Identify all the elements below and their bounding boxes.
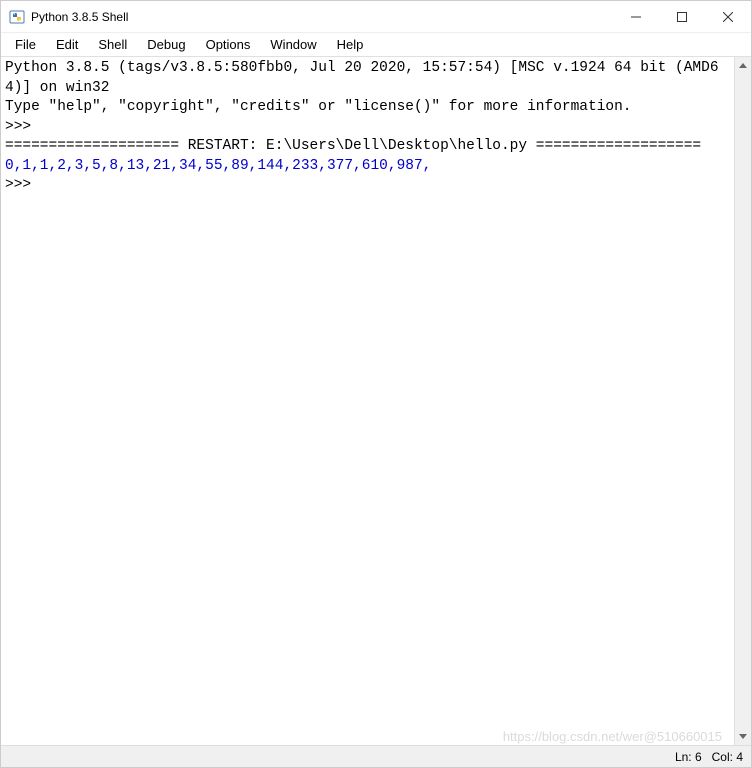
window-controls — [613, 1, 751, 33]
menu-edit[interactable]: Edit — [46, 35, 88, 54]
menu-window[interactable]: Window — [260, 35, 326, 54]
scroll-up-arrow[interactable] — [735, 57, 751, 74]
maximize-button[interactable] — [659, 1, 705, 33]
status-line: Ln: 6 — [675, 750, 702, 764]
console-output: 0,1,1,2,3,5,8,13,21,34,55,89,144,233,377… — [5, 158, 431, 174]
menu-shell[interactable]: Shell — [88, 35, 137, 54]
close-button[interactable] — [705, 1, 751, 33]
console-version-line: Python 3.8.5 (tags/v3.8.5:580fbb0, Jul 2… — [5, 60, 719, 96]
menu-debug[interactable]: Debug — [137, 35, 195, 54]
content-wrapper: Python 3.8.5 (tags/v3.8.5:580fbb0, Jul 2… — [1, 57, 751, 745]
console-area[interactable]: Python 3.8.5 (tags/v3.8.5:580fbb0, Jul 2… — [1, 57, 734, 745]
console-help-line: Type "help", "copyright", "credits" or "… — [5, 99, 632, 115]
status-bar: Ln: 6 Col: 4 — [1, 745, 751, 767]
vertical-scrollbar[interactable] — [734, 57, 751, 745]
console-restart-line: ==================== RESTART: E:\Users\D… — [5, 138, 701, 154]
minimize-button[interactable] — [613, 1, 659, 33]
menu-help[interactable]: Help — [327, 35, 374, 54]
window-title: Python 3.8.5 Shell — [31, 10, 613, 24]
menu-options[interactable]: Options — [196, 35, 261, 54]
scroll-track[interactable] — [735, 74, 751, 728]
status-column: Col: 4 — [712, 750, 743, 764]
menu-bar: File Edit Shell Debug Options Window Hel… — [1, 33, 751, 57]
console-prompt: >>> — [5, 177, 40, 193]
title-bar: Python 3.8.5 Shell — [1, 1, 751, 33]
console-prompt: >>> — [5, 119, 40, 135]
menu-file[interactable]: File — [5, 35, 46, 54]
scroll-down-arrow[interactable] — [735, 728, 751, 745]
app-icon — [9, 9, 25, 25]
